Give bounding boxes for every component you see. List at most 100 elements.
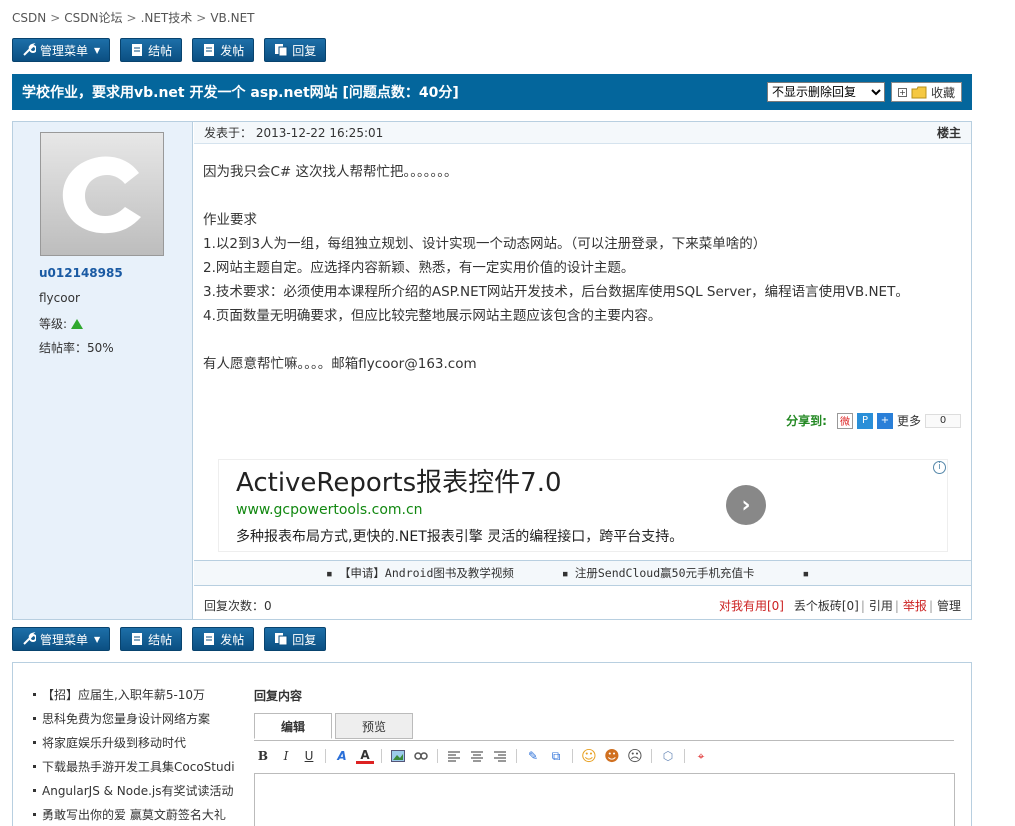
list-item[interactable]: 思科免费为您量身设计网络方案 [33,709,235,733]
underline-icon[interactable]: U [300,747,318,765]
tab-edit[interactable]: 编辑 [254,713,332,739]
editor-tabs: 编辑 预览 [254,713,413,739]
list-item[interactable]: 将家庭娱乐升级到移动时代 [33,733,235,757]
reply-button[interactable]: 回复 [264,38,327,62]
document-icon [132,633,143,645]
insert-icon[interactable]: ⧉ [547,747,565,765]
align-center-icon[interactable] [468,747,486,765]
ad-description: 多种报表布局方式,更快的.NET报表引擎 灵活的编程接口，跨平台支持。 [236,529,684,545]
breadcrumb-separator: > [126,11,137,25]
post-line: 有人愿意帮忙嘛。。。。邮箱flycoor@163.com [203,356,477,372]
reply-box: 【招】应届生,入职年薪5-10万 思科免费为您量身设计网络方案 将家庭娱乐升级到… [12,662,972,826]
folder-icon [911,86,927,98]
post-timestamp: 发表于： 2013-12-22 16:25:01 [204,126,384,140]
font-size-icon[interactable]: A [333,747,351,765]
new-post-label: 发帖 [220,632,245,647]
close-thread-label: 结帖 [148,632,173,647]
breadcrumb-csdn[interactable]: CSDN [12,11,46,25]
author-panel: u012148985 flycoor 等级: 结帖率：50% [13,122,193,619]
toolbar-divider [325,749,326,763]
breadcrumb-dotnet[interactable]: .NET技术 [141,11,193,25]
bullet-icon [33,693,36,696]
post-footer: 回复次数：0 对我有用[0] 丢个板砖[0] | 引用 | 举报 | 管理 [194,594,971,616]
close-thread-button[interactable]: 结帖 [120,38,183,62]
quote-link[interactable]: 引用 [869,599,893,613]
document-icon [204,44,215,56]
copy-icon [275,633,288,646]
action-separator: | [928,598,933,613]
reply-label: 回复 [292,632,317,647]
avatar[interactable] [40,132,164,256]
breadcrumb-forum[interactable]: CSDN论坛 [64,11,122,25]
emoji-icon[interactable]: ☺ [580,747,598,765]
reply-editor[interactable] [254,773,955,826]
attachment-icon[interactable]: ⌖ [692,747,710,765]
promo-link[interactable]: ▪ 注册SendCloud赢50元手机充值卡 [562,565,755,581]
close-thread-button[interactable]: 结帖 [120,627,183,651]
useful-link[interactable]: 对我有用[0] [719,599,784,613]
thread-title-bar: 学校作业，要求用vb.net 开发一个 asp.net网站 [问题点数：40分]… [12,74,972,110]
list-item[interactable]: AngularJS & Node.js有奖试读活动 [33,781,235,805]
reply-filter-select[interactable]: 不显示删除回复 [766,82,885,102]
plus-icon[interactable]: + [876,412,893,429]
share-label: 分享到: [786,414,827,428]
level-triangle-icon [71,319,84,329]
promo-links-row: ▪ 【申请】Android图书及教学视频 ▪ 注册SendCloud赢50元手机充值… [194,560,971,586]
toolbar-divider [437,749,438,763]
breadcrumb-vbnet[interactable]: VB.NET [210,11,254,25]
bullet-icon: ▪ [326,566,333,580]
list-item[interactable]: 【招】应届生,入职年薪5-10万 [33,685,235,709]
align-right-icon[interactable] [491,747,509,765]
owner-tag: 楼主 [936,126,961,140]
share-bar: 分享到: 微 P + 更多 0 [786,412,961,429]
reply-content-label: 回复内容 [254,689,303,703]
code-icon[interactable]: ✎ [524,747,542,765]
italic-icon[interactable]: I [277,747,295,765]
favorite-button[interactable]: + 收藏 [890,82,962,102]
promo-link[interactable]: ▪ 【申请】Android图书及教学视频 [326,565,514,581]
weibo-icon[interactable]: 微 [836,412,853,429]
info-icon[interactable]: i [933,461,946,474]
link-icon[interactable] [412,747,430,765]
breadcrumb: CSDN > CSDN论坛 > .NET技术 > VB.NET [12,9,255,26]
post-line-blank [203,328,909,352]
chevron-down-icon: ▼ [94,634,101,644]
list-item-label: 思科免费为您量身设计网络方案 [42,712,211,726]
author-close-rate: 结帖率：50% [39,341,114,355]
list-item-label: 【招】应届生,入职年薪5-10万 [42,688,206,702]
bullet-icon: ▪ [561,566,569,580]
manage-link[interactable]: 管理 [937,599,961,613]
brick-link[interactable]: 丢个板砖[0] [794,599,859,613]
list-item-label: 将家庭娱乐升级到移动时代 [42,736,187,750]
share-more-link[interactable]: 更多 [897,412,921,429]
new-post-button[interactable]: 发帖 [192,627,255,651]
ad-title[interactable]: ActiveReports报表控件7.0 [236,462,562,499]
emoji-face-icon[interactable]: ☹ [626,747,644,765]
tencent-weibo-icon[interactable]: P [856,412,873,429]
new-post-button[interactable]: 发帖 [192,38,255,62]
list-item[interactable]: 下载最热手游开发工具集CocoStudio [33,757,235,781]
list-item[interactable]: 勇敢写出你的爱 赢莫文蔚签名大礼 [33,805,235,826]
tab-preview[interactable]: 预览 [335,713,413,739]
manage-menu-label: 管理菜单 [40,43,89,58]
image-icon[interactable] [389,747,407,765]
chevron-right-icon[interactable]: › [726,485,766,525]
report-link[interactable]: 举报 [903,599,927,613]
post-body: 发表于： 2013-12-22 16:25:01 楼主 因为我只会C# 这次找人… [194,122,971,619]
close-thread-label: 结帖 [148,43,173,58]
manage-menu-button[interactable]: 管理菜单 ▼ [12,38,111,62]
font-color-icon[interactable]: A [356,748,374,764]
author-username[interactable]: u012148985 [39,266,123,280]
promo-link[interactable]: ▪ [803,566,816,580]
top-toolbar: 管理菜单 ▼ 结帖 发帖 回复 [12,38,327,62]
ad-url[interactable]: www.gcpowertools.com.cn [236,502,423,518]
manage-menu-button[interactable]: 管理菜单 ▼ [12,627,111,651]
cube-icon[interactable]: ⬡ [659,747,677,765]
align-left-icon[interactable] [445,747,463,765]
emoji-monkey-icon[interactable]: ☻ [603,747,621,765]
tab-divider [254,740,954,741]
ad-banner[interactable]: ActiveReports报表控件7.0 www.gcpowertools.co… [218,459,948,552]
reply-button[interactable]: 回复 [264,627,327,651]
bullet-icon [33,741,36,744]
bold-icon[interactable]: B [254,747,272,765]
